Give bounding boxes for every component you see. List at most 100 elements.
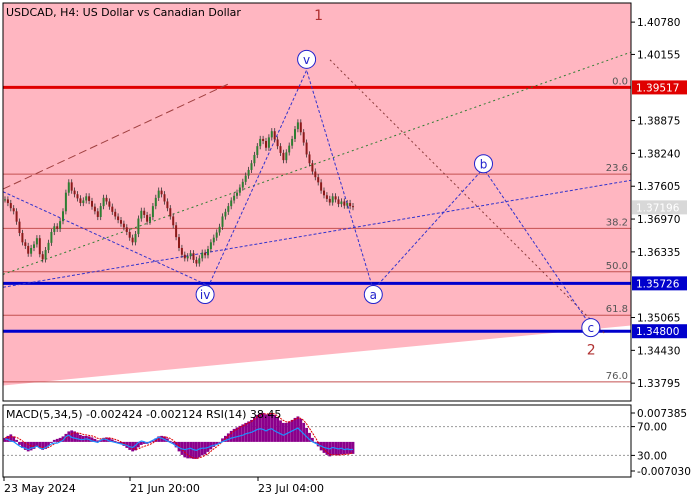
macd-histogram-bar xyxy=(247,421,250,442)
candle-body xyxy=(233,195,236,201)
candle-body xyxy=(73,190,76,195)
candle-body xyxy=(317,177,320,183)
candle-body xyxy=(117,216,120,221)
candle-body xyxy=(328,198,331,203)
candle-body xyxy=(143,210,146,215)
candle-body xyxy=(288,145,291,153)
candle-body xyxy=(111,206,114,212)
candle-body xyxy=(128,231,131,238)
candle-body xyxy=(180,248,183,255)
candle-body xyxy=(15,211,18,222)
candle-body xyxy=(221,216,224,227)
candle-body xyxy=(44,250,47,260)
indicator-tick-label: 0.007385 xyxy=(637,408,687,420)
candle-body xyxy=(192,253,195,260)
candle-body xyxy=(178,237,180,249)
macd-histogram-bar xyxy=(79,434,82,442)
candle-body xyxy=(175,225,178,238)
candle-body xyxy=(325,195,328,199)
candle-body xyxy=(337,199,340,205)
candle-body xyxy=(166,201,169,209)
level-price-tag-label: 1.35726 xyxy=(636,278,680,290)
fib-label-50-0: 50.0 xyxy=(606,261,628,272)
candle-body xyxy=(114,211,117,217)
candle-body xyxy=(102,197,105,207)
candle-body xyxy=(76,194,79,199)
time-tick-label: 23 Jul 04:00 xyxy=(258,482,324,495)
candle-body xyxy=(212,237,215,243)
wave-label-c: c xyxy=(587,321,594,335)
indicator-tick-label: -0.007030 xyxy=(637,466,691,478)
price-tick-label: 1.34430 xyxy=(637,345,680,357)
candle-body xyxy=(204,252,207,256)
candle-body xyxy=(149,216,151,222)
current-price-label: 1.37196 xyxy=(636,202,680,214)
candle-body xyxy=(62,211,64,222)
macd-histogram-bar xyxy=(15,439,18,442)
price-tick-label: 1.38875 xyxy=(637,116,680,128)
candle-body xyxy=(343,201,346,206)
macd-histogram-bar xyxy=(50,441,53,443)
wave-label-1: 1 xyxy=(314,8,323,24)
candle-body xyxy=(331,196,334,203)
candle-body xyxy=(134,234,137,243)
candle-body xyxy=(195,259,198,264)
candle-body xyxy=(105,197,108,202)
price-tick-label: 1.40780 xyxy=(637,17,680,29)
candle-body xyxy=(265,141,267,148)
candle-body xyxy=(21,233,24,243)
macd-histogram-bar xyxy=(279,420,282,442)
candle-body xyxy=(308,154,311,164)
candle-body xyxy=(334,196,337,200)
candle-body xyxy=(346,203,349,206)
candle-body xyxy=(70,182,73,191)
candle-body xyxy=(285,152,288,161)
candle-body xyxy=(259,138,262,147)
indicator-tick-label: 30.00 xyxy=(637,450,667,462)
candle-body xyxy=(291,138,294,146)
candle-body xyxy=(131,237,134,243)
candle-body xyxy=(140,210,143,219)
candle-body xyxy=(172,216,175,226)
candle-body xyxy=(88,196,91,201)
pink-zone xyxy=(3,3,631,386)
candle-body xyxy=(160,190,163,195)
candle-body xyxy=(154,197,157,207)
macd-histogram-bar xyxy=(250,419,253,442)
candle-body xyxy=(93,206,96,212)
macd-histogram-bar xyxy=(282,422,285,442)
candle-body xyxy=(27,245,30,254)
candle-body xyxy=(340,201,343,205)
candle-body xyxy=(6,199,9,204)
time-tick-label: 21 Jun 20:00 xyxy=(130,482,200,495)
candle-body xyxy=(189,253,192,257)
candle-body xyxy=(146,214,149,222)
price-tick-label: 1.36970 xyxy=(637,214,680,226)
price-pane: 0.0 23.6 38.2 50.0 61.8 76.0 1 2 iv v a b c xyxy=(3,3,631,401)
usdcad-chart: 0.0 23.6 38.2 50.0 61.8 76.0 1 2 iv v a b c 1.40780 1… xyxy=(0,0,700,500)
candle-body xyxy=(323,190,325,196)
wave-label-a: a xyxy=(370,288,377,302)
macd-histogram-bar xyxy=(139,441,143,445)
candle-body xyxy=(125,227,128,232)
candle-body xyxy=(299,122,302,133)
level-price-tag-label: 1.39517 xyxy=(636,82,679,94)
main-plot-area: 0.0 23.6 38.2 50.0 61.8 76.0 1 2 iv v a b c xyxy=(3,3,631,401)
candle-body xyxy=(352,206,354,208)
candle-body xyxy=(294,129,296,139)
macd-histogram-bar xyxy=(276,417,279,442)
wave-label-v: v xyxy=(303,53,310,67)
candle-body xyxy=(82,200,85,204)
candle-body xyxy=(282,152,285,161)
macd-histogram-bar xyxy=(229,430,233,442)
candle-body xyxy=(198,258,201,264)
fib-label-38-2: 38.2 xyxy=(606,217,628,228)
candle-body xyxy=(12,208,15,212)
candle-body xyxy=(67,182,70,193)
candle-body xyxy=(305,142,308,155)
candle-body xyxy=(253,154,256,164)
price-tick-label: 1.35065 xyxy=(637,313,680,325)
candle-body xyxy=(186,256,189,259)
candle-body xyxy=(85,196,88,201)
candle-body xyxy=(35,238,38,245)
